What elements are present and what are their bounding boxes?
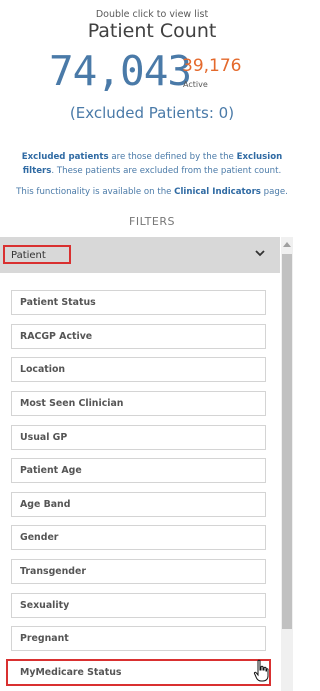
- excluded-patients-count: (Excluded Patients: 0): [69, 104, 235, 122]
- filter-item-most-seen-clinician[interactable]: Most Seen Clinician: [11, 391, 266, 416]
- note-excluded-patients: Excluded patients: [21, 152, 109, 162]
- scrollbar-thumb[interactable]: [282, 254, 292, 629]
- note-text: . These patients are excluded from the p…: [51, 166, 282, 176]
- note-clinical-indicators: Clinical Indicators: [174, 187, 261, 197]
- filter-item-gender[interactable]: Gender: [11, 525, 266, 550]
- filter-panel: Patient Patient Status RACGP Active Loca…: [0, 237, 280, 691]
- note-text: are those defined by the the: [108, 152, 237, 162]
- patient-count-value[interactable]: 74,043: [49, 47, 192, 95]
- scroll-up-arrow-icon[interactable]: [283, 242, 291, 247]
- active-count-value[interactable]: 39,176: [182, 56, 241, 76]
- note-text: page.: [260, 187, 288, 197]
- view-list-hint: Double click to view list: [95, 9, 209, 20]
- filter-item-racgp-active[interactable]: RACGP Active: [11, 324, 266, 349]
- chevron-down-icon[interactable]: [254, 247, 266, 259]
- filter-item-mymedicare-status[interactable]: MyMedicare Status: [6, 659, 271, 686]
- filter-item-location[interactable]: Location: [11, 357, 266, 382]
- filter-group-label: Patient: [3, 245, 71, 264]
- page-title[interactable]: Patient Count: [0, 20, 304, 42]
- filter-item-transgender[interactable]: Transgender: [11, 559, 266, 584]
- filters-heading: FILTERS: [129, 215, 175, 228]
- clinical-indicators-note: This functionality is available on the C…: [6, 185, 298, 199]
- filter-item-pregnant[interactable]: Pregnant: [11, 626, 266, 651]
- filter-item-age-band[interactable]: Age Band: [11, 492, 266, 517]
- filter-item-sexuality[interactable]: Sexuality: [11, 593, 266, 618]
- filter-item-patient-status[interactable]: Patient Status: [11, 290, 266, 315]
- filter-item-usual-gp[interactable]: Usual GP: [11, 425, 266, 450]
- filter-group-header[interactable]: Patient: [0, 237, 280, 273]
- hand-cursor-icon: [253, 659, 269, 682]
- note-text: This functionality is available on the: [16, 187, 175, 197]
- exclusion-note: Excluded patients are those defined by t…: [6, 150, 298, 178]
- active-label: Active: [183, 80, 208, 89]
- filter-item-patient-age[interactable]: Patient Age: [11, 458, 266, 483]
- filter-scrollbar[interactable]: [281, 237, 293, 691]
